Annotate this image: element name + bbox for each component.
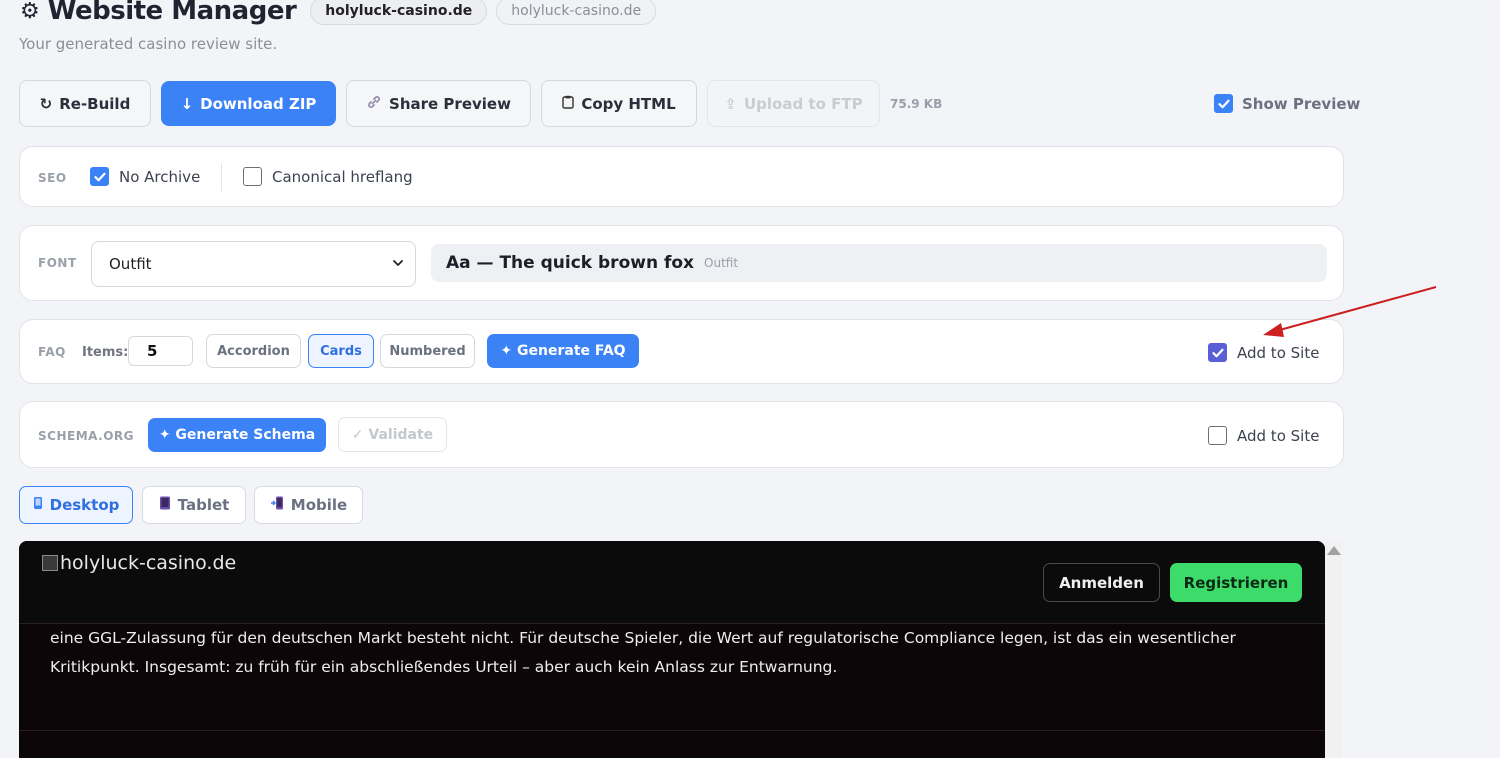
mobile-icon (270, 496, 284, 514)
no-archive-checkbox[interactable] (90, 167, 109, 186)
sparkle-icon: ✦ (158, 427, 171, 443)
no-archive-option[interactable]: No Archive (90, 167, 200, 186)
upload-ftp-button[interactable]: ⇪ Upload to FTP (707, 80, 880, 127)
faq-style-accordion[interactable]: Accordion (206, 334, 301, 368)
scroll-up-arrow-icon[interactable] (1327, 546, 1341, 555)
broken-image-icon (42, 555, 58, 571)
zip-size: 75.9 KB (890, 97, 943, 111)
canonical-hreflang-checkbox[interactable] (243, 167, 262, 186)
site-header: holyluck-casino.de Anmelden Registrieren (19, 541, 1325, 624)
font-select[interactable]: Outfit (91, 241, 416, 287)
website-manager-page: ⚙ Website Manager holyluck-casino.de hol… (0, 0, 1500, 758)
font-panel: FONT Outfit Aa — The quick brown fox Out… (19, 225, 1344, 301)
link-icon (366, 94, 382, 114)
faq-style-numbered[interactable]: Numbered (380, 334, 475, 368)
seo-panel: SEO No Archive Canonical hreflang (19, 146, 1344, 207)
generate-faq-button[interactable]: ✦ Generate FAQ (487, 334, 639, 368)
seo-divider (221, 163, 222, 191)
validate-button[interactable]: ✓ Validate (338, 417, 447, 452)
rebuild-button[interactable]: ↻ Re-Build (19, 80, 151, 127)
schema-add-to-site-option[interactable]: Add to Site (1208, 426, 1319, 445)
page-title: Website Manager (47, 0, 297, 26)
site-body-text: eine GGL-Zulassung für den deutschen Mar… (50, 624, 1250, 682)
font-preview: Aa — The quick brown fox Outfit (431, 244, 1327, 282)
schema-panel: SCHEMA.ORG ✦ Generate Schema ✓ Validate … (19, 401, 1344, 468)
faq-items-input[interactable]: 5 (128, 336, 193, 366)
device-tab-desktop[interactable]: Desktop (19, 486, 133, 524)
faq-panel: FAQ Items: 5 Accordion Cards Numbered ✦ … (19, 319, 1344, 384)
desktop-icon (33, 496, 43, 514)
schema-label: SCHEMA.ORG (38, 429, 134, 443)
share-preview-button[interactable]: Share Preview (346, 80, 531, 127)
site-body-line: eine GGL-Zulassung für den deutschen Mar… (50, 629, 1236, 647)
sparkle-icon: ✦ (500, 343, 513, 359)
site-body-line: Kritikpunkt. Insgesamt: zu früh für ein … (50, 658, 838, 676)
seo-label: SEO (38, 171, 67, 185)
download-zip-button[interactable]: ↓ Download ZIP (161, 81, 336, 126)
domain-chip[interactable]: holyluck-casino.de (310, 0, 488, 25)
download-arrow-icon: ↓ (180, 94, 194, 113)
preview-scrollbar[interactable] (1325, 541, 1342, 758)
login-button[interactable]: Anmelden (1043, 563, 1160, 602)
register-button[interactable]: Registrieren (1170, 563, 1302, 602)
site-logo[interactable]: holyluck-casino.de (42, 552, 236, 574)
header: ⚙ Website Manager holyluck-casino.de hol… (20, 0, 657, 28)
font-label: FONT (38, 256, 77, 270)
faq-add-to-site-option[interactable]: Add to Site (1208, 343, 1319, 362)
faq-add-to-site-checkbox[interactable] (1208, 343, 1227, 362)
upload-icon: ⇪ (724, 94, 737, 113)
domain-chip-secondary[interactable]: holyluck-casino.de (496, 0, 657, 25)
canonical-hreflang-option[interactable]: Canonical hreflang (243, 167, 413, 186)
site-preview-frame: holyluck-casino.de Anmelden Registrieren… (19, 541, 1325, 758)
copy-html-button[interactable]: Copy HTML (541, 80, 697, 127)
tablet-icon (159, 496, 171, 514)
page-subtitle: Your generated casino review site. (19, 35, 278, 53)
font-preview-text: Aa — The quick brown fox (446, 253, 695, 273)
show-preview-checkbox[interactable] (1214, 94, 1233, 113)
gear-icon: ⚙ (20, 0, 40, 24)
schema-add-to-site-checkbox[interactable] (1208, 426, 1227, 445)
faq-items-label: Items: (82, 345, 129, 360)
font-preview-name: Outfit (704, 256, 739, 270)
show-preview-toggle[interactable]: Show Preview (1214, 94, 1360, 113)
device-tab-tablet[interactable]: Tablet (142, 486, 246, 524)
refresh-icon: ↻ (39, 94, 53, 113)
check-icon: ✓ (351, 426, 364, 443)
site-section-divider (19, 730, 1325, 731)
device-tab-mobile[interactable]: Mobile (254, 486, 363, 524)
faq-label: FAQ (38, 345, 66, 359)
chevron-down-icon (391, 256, 405, 274)
faq-style-cards[interactable]: Cards (308, 334, 374, 368)
generate-schema-button[interactable]: ✦ Generate Schema (148, 418, 326, 452)
clipboard-icon (562, 95, 575, 113)
